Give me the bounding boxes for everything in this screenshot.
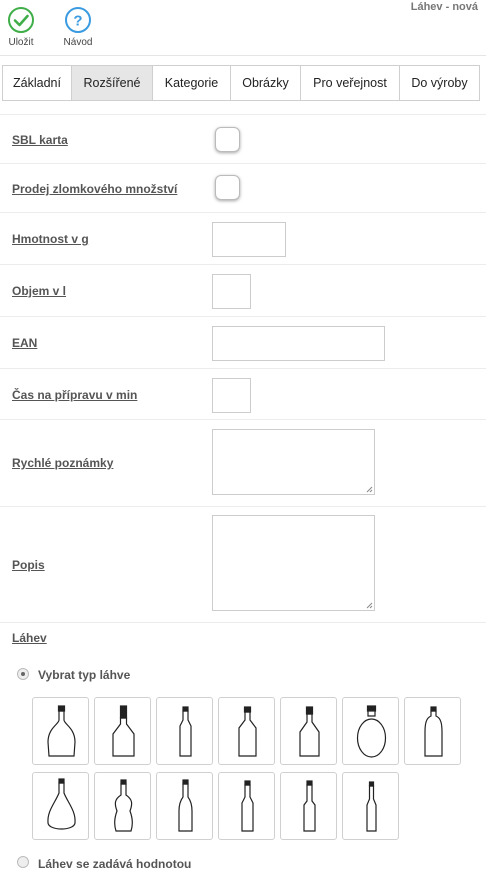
tab-obrazky[interactable]: Obrázky	[230, 65, 301, 101]
tab-zakladni[interactable]: Základní	[2, 65, 72, 101]
row-sbl-karta: SBL karta	[0, 114, 486, 164]
page-title: Láhev - nová	[410, 1, 478, 13]
resize-grip-icon[interactable]	[365, 601, 373, 609]
round-flask-icon[interactable]	[342, 697, 399, 765]
tall-bottle-icon[interactable]	[404, 697, 461, 765]
save-button-label: Uložit	[8, 37, 34, 48]
checkmark-icon	[8, 7, 34, 33]
help-icon: ?	[65, 7, 91, 33]
curved-bottle-icon[interactable]	[94, 772, 151, 840]
hmotnost-label: Hmotnost v g	[12, 232, 89, 246]
whisky-bottle-icon[interactable]	[218, 697, 275, 765]
help-button[interactable]: ? Návod	[58, 6, 98, 48]
thin-neck-bottle-icon[interactable]	[280, 772, 337, 840]
sbl-karta-label: SBL karta	[12, 133, 68, 147]
radio-vybrat-typ-label[interactable]: Vybrat typ láhve	[38, 668, 130, 682]
narrow-bottle-icon[interactable]	[218, 772, 275, 840]
radio-lahev-hodnotou[interactable]	[17, 856, 29, 868]
sbl-karta-checkbox[interactable]	[215, 127, 240, 152]
row-popis: Popis	[0, 506, 486, 623]
radio-vybrat-typ[interactable]	[17, 668, 29, 680]
row-hmotnost: Hmotnost v g	[0, 212, 486, 265]
cas-input[interactable]	[212, 378, 251, 413]
row-poznamky: Rychlé poznámky	[0, 419, 486, 507]
prodej-label: Prodej zlomkového množství	[12, 182, 178, 196]
cognac-bottle-icon[interactable]	[32, 697, 89, 765]
popis-textarea[interactable]	[212, 515, 375, 611]
save-button[interactable]: Uložit	[1, 6, 41, 48]
lahev-section-label: Láhev	[12, 631, 47, 645]
poznamky-label: Rychlé poznámky	[12, 456, 114, 470]
objem-input[interactable]	[212, 274, 251, 309]
cas-label: Čas na přípravu v min	[12, 388, 138, 402]
help-button-label: Návod	[63, 37, 93, 48]
row-objem: Objem v l	[0, 264, 486, 317]
vodka-bottle-icon[interactable]	[342, 772, 399, 840]
row-ean: EAN	[0, 316, 486, 369]
slim-bottle-icon[interactable]	[156, 697, 213, 765]
popis-label: Popis	[12, 558, 45, 572]
tab-rozsirene[interactable]: Rozšířené	[71, 65, 153, 101]
ean-input[interactable]	[212, 326, 385, 361]
objem-label: Objem v l	[12, 284, 67, 298]
radio-lahev-hodnotou-label[interactable]: Láhev se zadává hodnotou	[38, 857, 191, 871]
tab-bar: Základní Rozšířené Kategorie Obrázky Pro…	[2, 65, 480, 101]
wine-bottle-icon[interactable]	[156, 772, 213, 840]
poznamky-textarea[interactable]	[212, 429, 375, 495]
square-bottle-icon[interactable]	[94, 697, 151, 765]
spirit-bottle-icon[interactable]	[280, 697, 337, 765]
ean-label: EAN	[12, 336, 38, 350]
row-divider	[0, 622, 486, 623]
toolbar: Uložit ? Návod Láhev - nová	[0, 0, 486, 56]
row-cas: Čas na přípravu v min	[0, 368, 486, 420]
resize-grip-icon[interactable]	[365, 485, 373, 493]
teardrop-bottle-icon[interactable]	[32, 772, 89, 840]
svg-text:?: ?	[73, 13, 82, 30]
row-prodej: Prodej zlomkového množství	[0, 163, 486, 213]
hmotnost-input[interactable]	[212, 222, 286, 257]
tab-do-vyroby[interactable]: Do výroby	[399, 65, 480, 101]
prodej-checkbox[interactable]	[215, 175, 240, 200]
tab-kategorie[interactable]: Kategorie	[152, 65, 231, 101]
tab-pro-verejnost[interactable]: Pro veřejnost	[300, 65, 400, 101]
